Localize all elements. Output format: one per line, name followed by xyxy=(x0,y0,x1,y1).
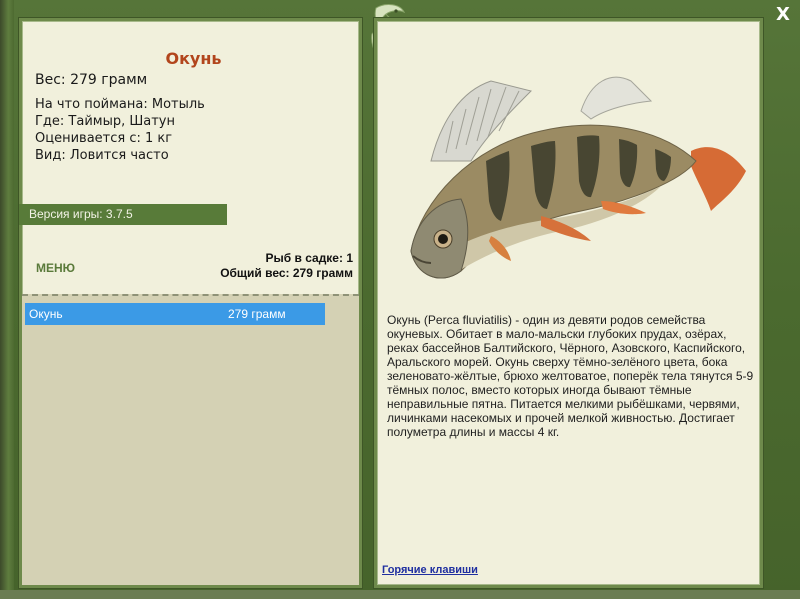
perch-fish-image xyxy=(391,51,751,291)
info-min-weight: Оценивается с: 1 кг xyxy=(35,131,173,146)
menu-button[interactable]: МЕНЮ xyxy=(36,261,75,275)
fish-weight: Вес: 279 грамм xyxy=(35,72,148,88)
fish-detail-panel: Окунь (Perca fluviatilis) - один из девя… xyxy=(374,18,763,588)
catch-stats: Рыб в садке: 1 Общий вес: 279 грамм xyxy=(220,251,353,281)
left-edge-strip xyxy=(0,0,14,599)
fish-description: Окунь (Perca fluviatilis) - один из девя… xyxy=(387,313,754,439)
fish-name-title: Окунь xyxy=(165,49,222,68)
info-location: Где: Таймыр, Шатун xyxy=(35,114,176,129)
bottom-strip xyxy=(0,590,800,599)
catch-list: Окунь 279 грамм xyxy=(22,294,359,585)
total-weight: Общий вес: 279 грамм xyxy=(220,266,353,280)
catch-item-name: Окунь xyxy=(29,307,63,321)
fish-info-list: На что поймана: Мотыль Где: Таймыр, Шату… xyxy=(35,96,205,164)
hotkeys-link[interactable]: Горячие клавиши xyxy=(382,564,478,576)
catch-item-weight: 279 грамм xyxy=(228,307,286,321)
info-bait: На что поймана: Мотыль xyxy=(35,97,205,112)
fish-info-panel: Окунь Вес: 279 грамм На что поймана: Мот… xyxy=(19,18,362,588)
catch-list-item[interactable]: Окунь 279 грамм xyxy=(25,303,325,325)
info-frequency: Вид: Ловится часто xyxy=(35,148,169,163)
fish-count: Рыб в садке: 1 xyxy=(265,251,353,265)
close-button[interactable]: X xyxy=(772,4,794,26)
version-bar: Версия игры: 3.7.5 xyxy=(19,204,227,225)
